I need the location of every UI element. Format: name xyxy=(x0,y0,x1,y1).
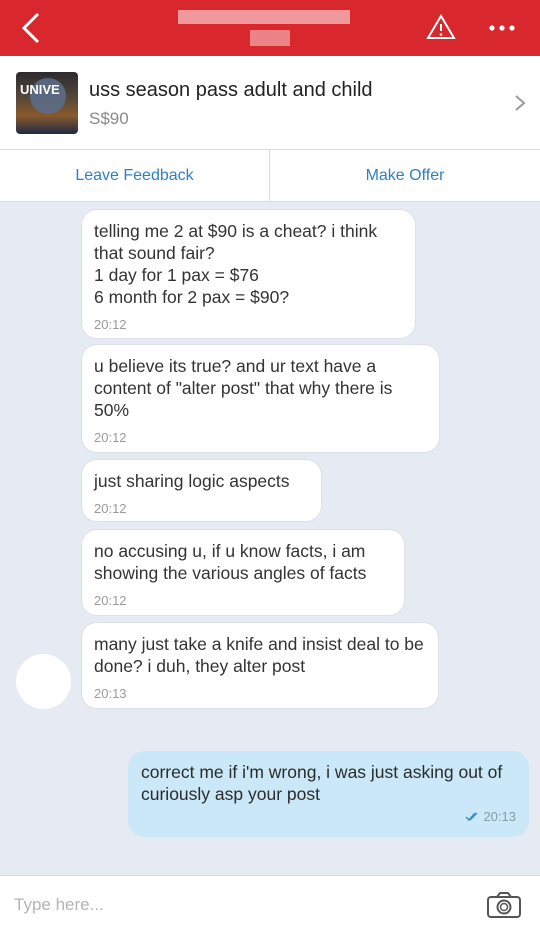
listing-title: uss season pass adult and child xyxy=(89,79,373,101)
leave-feedback-button[interactable]: Leave Feedback xyxy=(0,150,270,202)
listing-summary[interactable]: UNIVE uss season pass adult and child S$… xyxy=(0,56,540,150)
double-check-icon xyxy=(465,812,478,822)
outgoing-message: correct me if i'm wrong, i was just aski… xyxy=(128,751,529,837)
top-bar xyxy=(0,0,540,56)
incoming-message: telling me 2 at $90 is a cheat? i think … xyxy=(81,209,416,339)
blurred-username xyxy=(178,10,350,24)
listing-price: S$90 xyxy=(89,109,129,128)
message-text: correct me if i'm wrong, i was just aski… xyxy=(141,762,503,804)
warning-triangle-icon xyxy=(426,14,456,39)
more-options-button[interactable] xyxy=(484,14,520,42)
camera-icon xyxy=(487,892,521,918)
thumbnail-text: UNIVE xyxy=(20,82,60,97)
message-text: no accusing u, if u know facts, i am sho… xyxy=(94,541,367,583)
chat-thread[interactable]: telling me 2 at $90 is a cheat? i think … xyxy=(0,203,540,875)
incoming-message: u believe its true? and ur text have a c… xyxy=(81,344,440,453)
make-offer-button[interactable]: Make Offer xyxy=(270,150,540,202)
report-button[interactable] xyxy=(426,13,456,41)
incoming-message: just sharing logic aspects 20:12 xyxy=(81,459,322,522)
listing-thumbnail: UNIVE xyxy=(16,72,78,134)
message-status: 20:13 xyxy=(465,806,516,828)
message-text: telling me 2 at $90 is a cheat? i think … xyxy=(94,221,378,307)
composer-bar xyxy=(0,875,540,933)
message-text: u believe its true? and ur text have a c… xyxy=(94,356,393,420)
incoming-message: many just take a knife and insist deal t… xyxy=(81,622,439,709)
message-text: just sharing logic aspects xyxy=(94,471,290,491)
camera-button[interactable] xyxy=(486,890,522,920)
back-button[interactable] xyxy=(14,8,54,48)
avatar[interactable] xyxy=(16,654,71,709)
chevron-left-icon xyxy=(21,12,40,44)
listing-actions: Leave Feedback Make Offer xyxy=(0,150,540,202)
more-dots-icon xyxy=(489,25,515,31)
message-time: 20:12 xyxy=(94,501,127,516)
message-time: 20:13 xyxy=(94,686,127,701)
message-time: 20:12 xyxy=(94,430,127,445)
incoming-message: no accusing u, if u know facts, i am sho… xyxy=(81,529,405,616)
blurred-username-fragment xyxy=(250,30,290,46)
message-time: 20:13 xyxy=(483,809,516,824)
message-time: 20:12 xyxy=(94,317,127,332)
message-text: many just take a knife and insist deal t… xyxy=(94,634,424,676)
message-input[interactable] xyxy=(14,890,454,920)
chevron-right-icon xyxy=(515,95,526,111)
message-time: 20:12 xyxy=(94,593,127,608)
